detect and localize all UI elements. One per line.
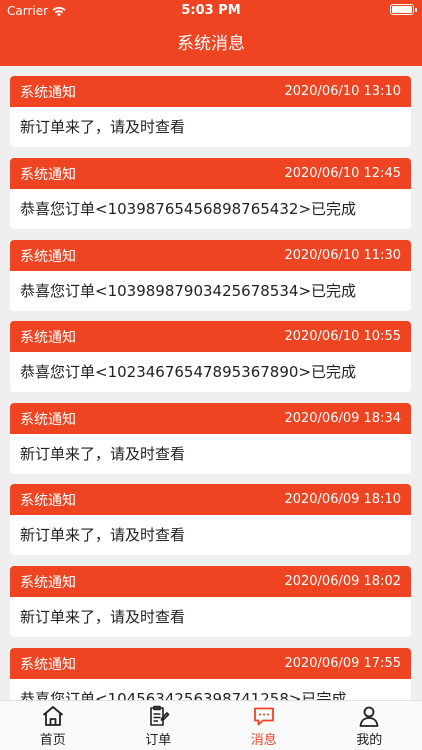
message-title: 系统通知 xyxy=(20,492,76,509)
message-title: 系统通知 xyxy=(20,574,76,591)
message-time: 2020/06/10 13:10 xyxy=(284,84,401,99)
tab-label: 订单 xyxy=(145,732,172,748)
header: Carrier 5:03 PM 系统消息 xyxy=(0,0,422,66)
profile-icon xyxy=(359,706,379,727)
message-time: 2020/06/09 17:55 xyxy=(284,656,401,671)
message-card[interactable]: 系统通知 2020/06/09 18:10 新订单来了，请及时查看 xyxy=(10,484,411,555)
message-content: 恭喜您订单<10398987903425678534>已完成 xyxy=(20,282,357,300)
order-icon xyxy=(150,705,170,726)
message-card[interactable]: 系统通知 2020/06/10 11:30 恭喜您订单<103989879034… xyxy=(10,240,411,311)
message-content: 恭喜您订单<1045634256398741258>已完成 xyxy=(20,690,347,700)
message-time: 2020/06/09 18:10 xyxy=(284,492,401,507)
page-title: 系统消息 xyxy=(177,34,245,54)
message-card[interactable]: 系统通知 2020/06/10 12:45 恭喜您订单<103987654568… xyxy=(10,158,411,229)
message-title: 系统通知 xyxy=(20,84,76,101)
message-title: 系统通知 xyxy=(20,329,76,346)
message-content: 新订单来了，请及时查看 xyxy=(20,118,186,136)
message-content: 新订单来了，请及时查看 xyxy=(20,526,186,544)
message-card[interactable]: 系统通知 2020/06/09 17:55 恭喜您订单<104563425639… xyxy=(10,648,411,700)
message-card-header: 系统通知 2020/06/10 13:10 xyxy=(10,76,411,107)
status-right xyxy=(390,4,417,15)
tab-orders[interactable]: 订单 xyxy=(106,701,212,750)
status-bar: Carrier 5:03 PM xyxy=(0,0,422,22)
message-icon xyxy=(253,707,274,725)
tab-label: 我的 xyxy=(356,732,383,748)
message-content: 恭喜您订单<10234676547895367890>已完成 xyxy=(20,363,357,381)
tab-messages[interactable]: 消息 xyxy=(211,701,317,750)
battery-icon xyxy=(390,4,417,15)
message-card[interactable]: 系统通知 2020/06/10 13:10 新订单来了，请及时查看 xyxy=(10,76,411,147)
tab-bar: 首页 订单 消息 我的 xyxy=(0,700,422,750)
message-title: 系统通知 xyxy=(20,248,76,265)
message-card-header: 系统通知 2020/06/10 12:45 xyxy=(10,158,411,189)
message-time: 2020/06/10 10:55 xyxy=(284,329,401,344)
tab-label: 首页 xyxy=(39,732,66,748)
message-card[interactable]: 系统通知 2020/06/09 18:34 新订单来了，请及时查看 xyxy=(10,403,411,474)
message-card-header: 系统通知 2020/06/09 17:55 xyxy=(10,648,411,679)
tab-label: 消息 xyxy=(250,732,277,748)
message-card-header: 系统通知 2020/06/09 18:10 xyxy=(10,484,411,515)
tab-home[interactable]: 首页 xyxy=(0,701,106,750)
message-title: 系统通知 xyxy=(20,656,76,673)
message-time: 2020/06/09 18:34 xyxy=(284,411,401,426)
message-card[interactable]: 系统通知 2020/06/10 10:55 恭喜您订单<102346765478… xyxy=(10,321,411,392)
message-card-header: 系统通知 2020/06/10 11:30 xyxy=(10,240,411,271)
message-card[interactable]: 系统通知 2020/06/09 18:02 新订单来了，请及时查看 xyxy=(10,566,411,637)
status-time: 5:03 PM xyxy=(181,3,241,18)
message-content: 新订单来了，请及时查看 xyxy=(20,445,186,463)
message-card-header: 系统通知 2020/06/09 18:02 xyxy=(10,566,411,597)
message-title: 系统通知 xyxy=(20,166,76,183)
tab-profile[interactable]: 我的 xyxy=(317,701,422,750)
message-time: 2020/06/09 18:02 xyxy=(284,574,401,589)
message-card-header: 系统通知 2020/06/10 10:55 xyxy=(10,321,411,352)
message-content: 新订单来了，请及时查看 xyxy=(20,608,186,626)
message-list[interactable]: 系统通知 2020/06/10 13:10 新订单来了，请及时查看 系统通知 2… xyxy=(0,66,422,700)
message-time: 2020/06/10 12:45 xyxy=(284,166,401,181)
message-time: 2020/06/10 11:30 xyxy=(284,248,401,263)
home-icon xyxy=(42,705,63,726)
message-title: 系统通知 xyxy=(20,411,76,428)
message-content: 恭喜您订单<1039876545689876543​2>已完成 xyxy=(20,200,357,218)
message-card-header: 系统通知 2020/06/09 18:34 xyxy=(10,403,411,434)
